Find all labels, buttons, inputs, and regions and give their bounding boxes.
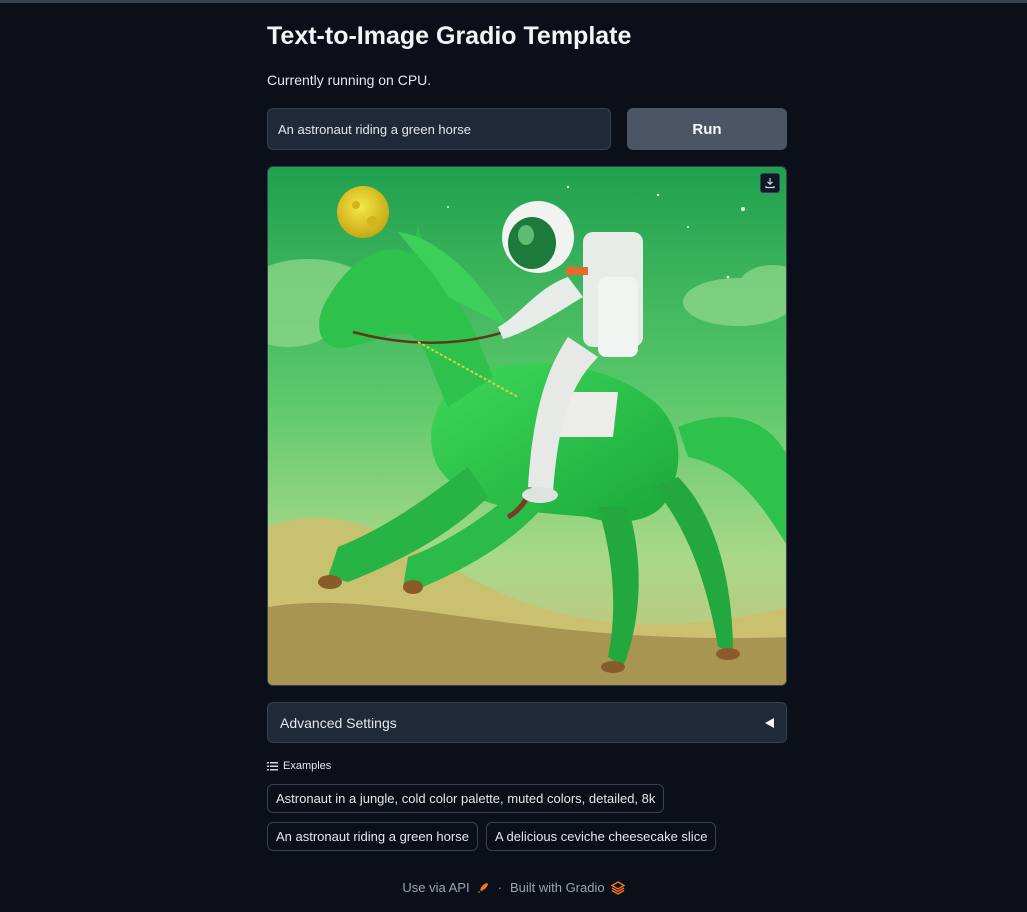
example-item[interactable]: Astronaut in a jungle, cold color palett… [267,784,665,813]
examples-row-1: Astronaut in a jungle, cold color palett… [267,784,665,813]
examples-label: Examples [283,760,332,772]
example-item[interactable]: An astronaut riding a green horse [267,822,478,851]
output-image [267,166,787,686]
prompt-input[interactable] [267,108,611,150]
collapse-arrow-icon [765,717,774,728]
footer: Use via API · Built with Gradio [0,880,1027,895]
use-via-api-link[interactable]: Use via API [402,880,489,895]
download-button[interactable] [760,173,780,193]
examples-header: Examples [267,760,331,772]
api-link-label: Use via API [402,880,470,895]
download-icon [765,178,775,189]
built-with-label: Built with Gradio [509,880,605,895]
page-title: Text-to-Image Gradio Template [267,22,632,50]
built-with-gradio-link[interactable]: Built with Gradio [510,880,625,895]
top-border [0,0,1027,3]
footer-separator: · [497,880,502,895]
rocket-icon [477,882,488,893]
generated-image [268,167,786,685]
advanced-settings-accordion[interactable]: Advanced Settings [267,702,787,743]
gradio-logo-icon [610,880,625,895]
advanced-settings-label: Advanced Settings [280,714,397,731]
example-item[interactable]: A delicious ceviche cheesecake slice [485,822,717,851]
status-text: Currently running on CPU. [267,72,432,88]
examples-row-2: An astronaut riding a green horse A deli… [267,822,717,851]
list-icon [267,761,278,770]
run-button[interactable]: Run [627,108,787,150]
